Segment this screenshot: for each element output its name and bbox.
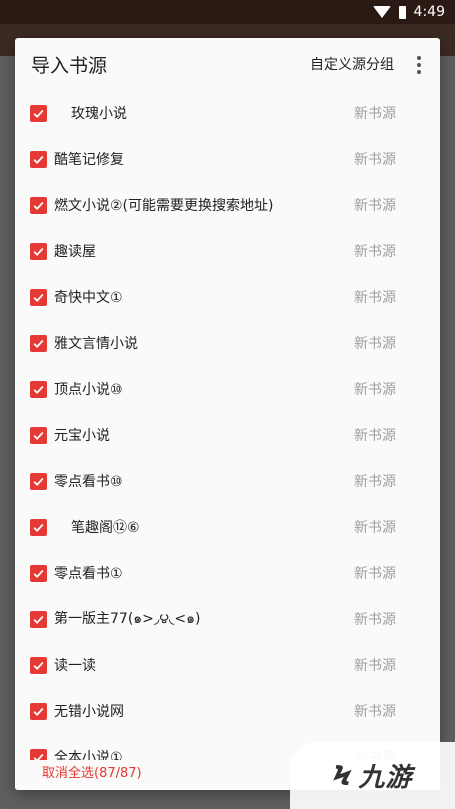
dialog-title: 导入书源 (31, 54, 108, 77)
source-tag: 新书源 (354, 612, 396, 628)
status-time: 4:49 (413, 4, 445, 20)
checkbox[interactable] (30, 242, 47, 260)
source-name: 趣读屋 (54, 244, 96, 260)
checkbox[interactable] (30, 610, 47, 628)
source-name: 玫瑰小说 (71, 106, 127, 122)
check-icon (33, 293, 44, 302)
source-tag: 新书源 (354, 244, 396, 260)
source-tag: 新书源 (354, 152, 396, 168)
source-tag: 新书源 (354, 198, 396, 214)
check-icon (33, 523, 44, 532)
watermark-logo: Ϟ 九游 (290, 742, 455, 809)
source-row[interactable]: 雅文言情小说 新书源 (15, 320, 440, 366)
source-name: 雅文言情小说 (54, 336, 138, 352)
check-icon (33, 339, 44, 348)
checkbox[interactable] (30, 380, 47, 398)
source-row[interactable]: 趣读屋 新书源 (15, 228, 440, 274)
checkbox[interactable] (30, 518, 47, 536)
logo-mark-icon: Ϟ (332, 759, 353, 792)
source-name: 顶点小说⑩ (54, 382, 123, 398)
checkbox[interactable] (30, 334, 47, 352)
checkbox[interactable] (30, 656, 47, 674)
check-icon (33, 615, 44, 624)
source-tag: 新书源 (354, 290, 396, 306)
check-icon (33, 155, 44, 164)
battery-icon (398, 5, 406, 19)
source-row[interactable]: 零点看书① 新书源 (15, 550, 440, 596)
check-icon (33, 247, 44, 256)
source-name: 无错小说网 (54, 704, 124, 720)
checkbox[interactable] (30, 196, 47, 214)
checkbox[interactable] (30, 150, 47, 168)
check-icon (33, 385, 44, 394)
source-name: 笔趣阁⑫⑥ (71, 520, 140, 536)
source-tag: 新书源 (354, 106, 396, 122)
source-tag: 新书源 (354, 658, 396, 674)
source-tag: 新书源 (354, 428, 396, 444)
source-name: 零点看书⑩ (54, 474, 123, 490)
source-name: 酷笔记修复 (54, 152, 124, 168)
more-vert-icon[interactable] (411, 56, 427, 74)
source-name: 元宝小说 (54, 428, 110, 444)
source-tag: 新书源 (354, 336, 396, 352)
source-row[interactable]: 第一版主77(๑>◞౪◟<๑) 新书源 (15, 596, 440, 642)
checkbox[interactable] (30, 288, 47, 306)
import-source-dialog: 导入书源 自定义源分组 玫瑰小说 新书源 酷笔记修复 新书源 燃文小说②(可能需要更换搜… (15, 38, 440, 790)
source-name: 奇快中文① (54, 290, 123, 306)
watermark-text: 九游 (358, 763, 413, 793)
checkbox[interactable] (30, 702, 47, 720)
wifi-icon (372, 6, 391, 18)
deselect-all-button[interactable]: 取消全选(87/87) (42, 762, 142, 781)
source-row[interactable]: 顶点小说⑩ 新书源 (15, 366, 440, 412)
check-icon (33, 661, 44, 670)
source-list: 玫瑰小说 新书源 酷笔记修复 新书源 燃文小说②(可能需要更换搜索地址) 新书源 趣读屋 新书… (15, 90, 440, 780)
check-icon (33, 431, 44, 440)
status-bar: 4:49 (0, 0, 455, 24)
custom-group-button[interactable]: 自定义源分组 (310, 54, 394, 74)
source-row[interactable]: 玫瑰小说 新书源 (15, 90, 440, 136)
source-tag: 新书源 (354, 566, 396, 582)
source-row[interactable]: 酷笔记修复 新书源 (15, 136, 440, 182)
source-row[interactable]: 燃文小说②(可能需要更换搜索地址) 新书源 (15, 182, 440, 228)
source-tag: 新书源 (354, 704, 396, 720)
source-row[interactable]: 笔趣阁⑫⑥ 新书源 (15, 504, 440, 550)
check-icon (33, 201, 44, 210)
source-tag: 新书源 (354, 382, 396, 398)
checkbox[interactable] (30, 472, 47, 490)
checkbox[interactable] (30, 426, 47, 444)
source-name: 零点看书① (54, 566, 123, 582)
source-name: 燃文小说②(可能需要更换搜索地址) (54, 198, 274, 214)
checkbox[interactable] (30, 564, 47, 582)
source-row[interactable]: 元宝小说 新书源 (15, 412, 440, 458)
check-icon (33, 109, 44, 118)
check-icon (33, 707, 44, 716)
check-icon (33, 569, 44, 578)
source-row[interactable]: 奇快中文① 新书源 (15, 274, 440, 320)
check-icon (33, 477, 44, 486)
source-tag: 新书源 (354, 474, 396, 490)
source-row[interactable]: 无错小说网 新书源 (15, 688, 440, 734)
source-name: 第一版主77(๑>◞౪◟<๑) (54, 611, 201, 627)
source-name: 读一读 (54, 658, 96, 674)
source-row[interactable]: 读一读 新书源 (15, 642, 440, 688)
source-tag: 新书源 (354, 520, 396, 536)
source-row[interactable]: 零点看书⑩ 新书源 (15, 458, 440, 504)
checkbox[interactable] (30, 104, 47, 122)
